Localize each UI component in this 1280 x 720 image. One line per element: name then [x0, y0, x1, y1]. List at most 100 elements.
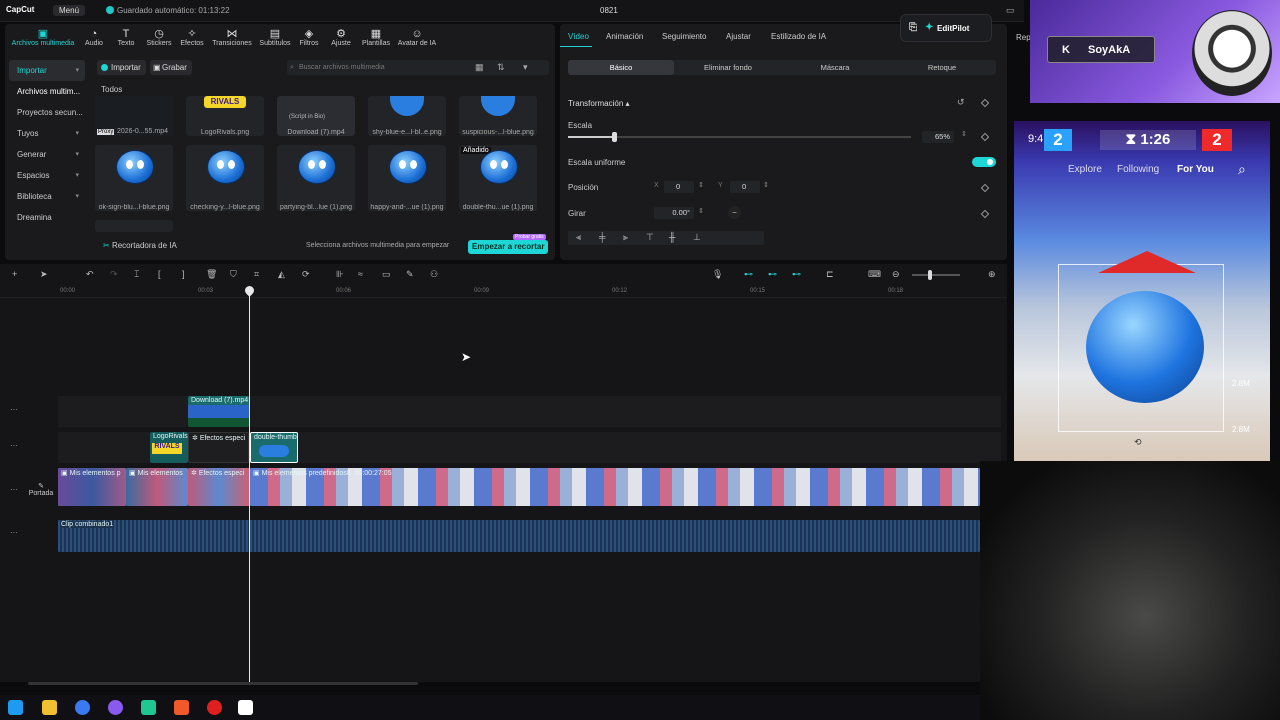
search-icon[interactable]: ⌕: [1238, 161, 1246, 178]
sidebar-item-media[interactable]: Archivos multim...: [9, 81, 85, 102]
media-thumb[interactable]: happy-and-...ue (1).png: [368, 145, 446, 211]
layout-icon[interactable]: ▭: [1006, 5, 1015, 16]
filter-icon[interactable]: ▾: [523, 62, 528, 73]
tab-animation[interactable]: Animación: [606, 32, 643, 41]
recorder-icon[interactable]: [207, 700, 222, 715]
zoom-out-icon[interactable]: ⊖: [892, 269, 900, 280]
tab-effects[interactable]: ✧ Efectos: [178, 28, 206, 47]
align-left-icon[interactable]: ⫷: [576, 232, 581, 243]
sidebar-item-dreamina[interactable]: Dreamina: [9, 207, 85, 228]
split-icon[interactable]: ⌶: [134, 269, 139, 280]
sidebar-item-library[interactable]: Biblioteca ▾: [9, 186, 85, 207]
sidebar-item-subprojects[interactable]: Proyectos secun...: [9, 102, 85, 123]
rotate-input[interactable]: 0.00°: [654, 207, 694, 219]
start-cutting-button[interactable]: Empezar a recortar: [468, 240, 549, 254]
align-bottom-icon[interactable]: ⊥: [693, 232, 701, 243]
track-menu-icon[interactable]: ⋯: [10, 528, 18, 537]
rotate-handle-icon[interactable]: ⟲: [1134, 437, 1142, 448]
align-center-icon[interactable]: ╪: [599, 232, 605, 242]
tab-stickers[interactable]: ◷ Stickers: [143, 28, 175, 47]
media-thumb[interactable]: shy-blue-e...l-bl..e.png: [368, 96, 446, 136]
brave-icon[interactable]: [174, 700, 189, 715]
subtab-remove-bg[interactable]: Eliminar fondo: [675, 60, 781, 75]
section-transform[interactable]: Transformación ▴: [568, 99, 630, 108]
delete-icon[interactable]: 🗑: [206, 269, 217, 280]
subtab-basic[interactable]: Básico: [568, 60, 674, 75]
media-thumb[interactable]: Añadido double-thu...ue (1).png: [459, 145, 537, 211]
split-right-icon[interactable]: ]: [182, 269, 185, 279]
tab-adjust[interactable]: ⚙ Ajuste: [328, 28, 354, 47]
split-left-icon[interactable]: [: [158, 269, 161, 279]
media-thumb[interactable]: checking-y...l-blue.png: [186, 145, 264, 211]
freeze-icon[interactable]: ⊪: [336, 269, 344, 280]
tab-templates[interactable]: ▦ Plantillas: [360, 28, 392, 47]
menu-button[interactable]: Menú: [53, 5, 86, 16]
stepper-icon[interactable]: ⇕: [698, 207, 704, 215]
media-thumb[interactable]: partying-bl...lue (1).png: [277, 145, 355, 211]
sidebar-item-yours[interactable]: Tuyos ▾: [9, 123, 85, 144]
keyframe-icon[interactable]: [980, 183, 990, 193]
undo-icon[interactable]: ↶: [86, 269, 94, 280]
sidebar-item-generate[interactable]: Generar ▾: [9, 144, 85, 165]
sort-icon[interactable]: ⇅: [497, 62, 505, 73]
timeline-clip[interactable]: ▣ Mis elementos: [126, 468, 188, 506]
tab-adjust[interactable]: Ajustar: [726, 32, 751, 41]
stepper-icon[interactable]: ⇕: [763, 181, 769, 189]
select-tool-icon[interactable]: ➤: [40, 269, 48, 280]
tab-media[interactable]: ▣ Archivos multimedia: [8, 28, 78, 47]
position-y-input[interactable]: 0: [730, 181, 760, 193]
tiktok-tab-following[interactable]: Following: [1117, 164, 1159, 175]
mask-icon[interactable]: ▭: [382, 269, 391, 280]
track-menu-icon[interactable]: ⋯: [10, 405, 18, 414]
caption-track-icon[interactable]: ⌨: [868, 269, 881, 280]
search-input[interactable]: ⌕ Buscar archivos multimedia: [287, 60, 549, 75]
stepper-icon[interactable]: ⇕: [961, 130, 967, 138]
stepper-icon[interactable]: ⇕: [698, 181, 704, 189]
align-right-icon[interactable]: ⫸: [623, 232, 628, 243]
zoom-in-icon[interactable]: ⊕: [988, 269, 996, 280]
mirror-icon[interactable]: ◭: [278, 269, 285, 280]
sidebar-item-spaces[interactable]: Espacios ▾: [9, 165, 85, 186]
tiktok-tab-explore[interactable]: Explore: [1068, 164, 1102, 175]
import-button[interactable]: Importar: [97, 60, 146, 75]
ai-cutter-label[interactable]: ✂ Recortadora de IA: [103, 241, 177, 250]
tab-audio[interactable]: ◔ Audio: [81, 28, 107, 47]
tab-transitions[interactable]: ⋈ Transiciones: [210, 28, 254, 47]
record-button[interactable]: ▣ Grabar: [150, 60, 192, 75]
tab-text[interactable]: T Texto: [113, 28, 139, 47]
shield-icon[interactable]: ⛉: [230, 269, 237, 280]
tab-filters[interactable]: ◈ Filtros: [297, 28, 321, 47]
timeline-clip[interactable]: LogoRivals RIVALS: [150, 432, 188, 463]
keyframe-icon[interactable]: [980, 209, 990, 219]
media-thumb[interactable]: RIVALS LogoRivals.png: [186, 96, 264, 136]
tiktok-tab-foryou[interactable]: For You: [1177, 164, 1214, 175]
audio-clip[interactable]: Clip combinado1: [58, 520, 980, 552]
grid-view-icon[interactable]: ▦: [475, 62, 484, 73]
uniform-scale-toggle[interactable]: [972, 157, 996, 167]
track-menu-icon[interactable]: ⋯: [10, 485, 18, 494]
zoom-slider-handle[interactable]: [928, 270, 932, 280]
redo-icon[interactable]: ↷: [110, 269, 118, 280]
microphone-icon[interactable]: 🎙: [712, 269, 723, 280]
rotate-icon[interactable]: ⟳: [302, 269, 310, 280]
timeline-clip[interactable]: ✲ Efectos especi: [188, 468, 250, 506]
time-ruler[interactable]: 00:00 00:03 00:06 00:09 00:12 00:15 00:1…: [0, 286, 1007, 298]
person-icon[interactable]: ⚇: [430, 269, 438, 280]
browser-icon[interactable]: [108, 700, 123, 715]
chrome-icon[interactable]: [75, 700, 90, 715]
scale-slider-handle[interactable]: [612, 132, 617, 142]
horizontal-scrollbar[interactable]: [28, 682, 418, 685]
windows-start-icon[interactable]: [8, 700, 23, 715]
media-thumb[interactable]: [95, 220, 173, 232]
keyframe-icon[interactable]: [980, 132, 990, 142]
capcut-icon[interactable]: [238, 700, 253, 715]
magic-icon[interactable]: ✎: [406, 269, 414, 280]
sidebar-item-import[interactable]: Importar ▾: [9, 60, 85, 81]
media-thumb[interactable]: ok-sign-blu...l-blue.png: [95, 145, 173, 211]
media-thumb[interactable]: Proxy 2026-0...55.mp4: [95, 96, 173, 136]
rotation-dial[interactable]: −: [728, 206, 741, 219]
add-track-icon[interactable]: +: [12, 269, 17, 279]
timeline-clip[interactable]: ✲ Efectos especi: [188, 432, 249, 463]
filter-all-label[interactable]: Todos: [101, 85, 122, 94]
magnet-icon[interactable]: ⊷: [768, 269, 777, 280]
